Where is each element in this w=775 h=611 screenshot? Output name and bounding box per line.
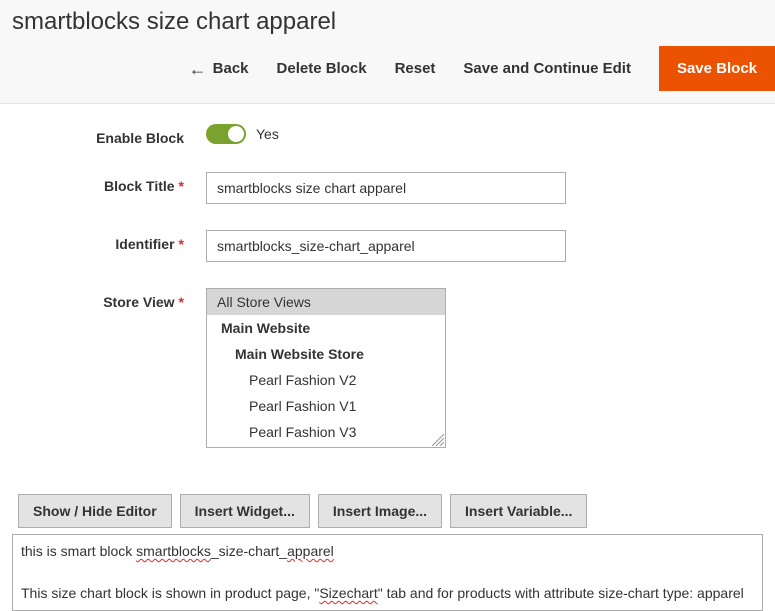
back-button-label: Back [213,60,249,77]
editor-text: This size chart block is shown in produc… [21,585,319,601]
insert-image-button[interactable]: Insert Image... [318,494,442,528]
required-asterisk: * [179,178,184,194]
identifier-control [206,230,566,262]
content-editor[interactable]: this is smart block smartblocks_size-cha… [12,534,763,611]
resize-handle-icon[interactable] [432,434,444,446]
block-title-control [206,172,566,204]
save-continue-button[interactable]: Save and Continue Edit [463,60,631,77]
editor-text-spellerr: apparel [287,543,334,559]
insert-variable-button[interactable]: Insert Variable... [450,494,587,528]
field-enable-block: Enable Block Yes [0,124,775,146]
enable-block-toggle[interactable] [206,124,246,144]
editor-toolbar: Show / Hide Editor Insert Widget... Inse… [0,494,775,534]
store-view-subgroup-main-website-store[interactable]: Main Website Store [207,341,445,367]
editor-line-1: this is smart block smartblocks_size-cha… [21,541,754,562]
field-identifier: Identifier * [0,230,775,262]
store-view-option-all[interactable]: All Store Views [207,289,445,315]
store-view-option-pearl-v1[interactable]: Pearl Fashion V1 [207,393,445,419]
editor-text-spellerr: Sizechart [319,585,377,601]
store-view-control: All Store Views Main Website Main Websit… [206,288,446,448]
enable-block-label: Enable Block [0,124,206,146]
page-header: smartblocks size chart apparel ← Back De… [0,0,775,104]
editor-line-2: This size chart block is shown in produc… [21,583,754,604]
delete-block-button[interactable]: Delete Block [277,60,367,77]
save-block-button[interactable]: Save Block [659,46,775,91]
page-title: smartblocks size chart apparel [0,0,775,46]
store-view-option-pearl-v3[interactable]: Pearl Fashion V3 [207,419,445,445]
required-asterisk: * [179,236,184,252]
store-view-label: Store View * [0,288,206,310]
arrow-left-icon: ← [189,60,207,78]
form-area: Enable Block Yes Block Title* Identifier… [0,104,775,494]
identifier-label: Identifier * [0,230,206,252]
enable-block-value: Yes [256,126,279,142]
editor-text: this is smart block [21,543,136,559]
field-block-title: Block Title* [0,172,775,204]
toggle-knob [228,126,244,142]
enable-block-label-text: Enable Block [96,130,184,146]
editor-text: _size-chart_ [211,543,287,559]
field-store-view: Store View * All Store Views Main Website… [0,288,775,448]
editor-text-spellerr: smartblocks [136,543,211,559]
block-title-label: Block Title* [0,172,206,194]
show-hide-editor-button[interactable]: Show / Hide Editor [18,494,172,528]
back-button[interactable]: ← Back [189,60,249,78]
block-title-input[interactable] [206,172,566,204]
enable-block-control: Yes [206,124,279,144]
page-actions: ← Back Delete Block Reset Save and Conti… [0,46,775,91]
insert-widget-button[interactable]: Insert Widget... [180,494,310,528]
identifier-input[interactable] [206,230,566,262]
reset-button[interactable]: Reset [395,60,436,77]
store-view-option-pearl-v2[interactable]: Pearl Fashion V2 [207,367,445,393]
block-title-label-text: Block Title [104,178,175,194]
store-view-group-main-website[interactable]: Main Website [207,315,445,341]
identifier-label-text: Identifier [115,236,174,252]
store-view-select[interactable]: All Store Views Main Website Main Websit… [206,288,446,448]
store-view-label-text: Store View [103,294,174,310]
editor-text: " tab and for products with attribute si… [378,585,744,601]
required-asterisk: * [179,294,184,310]
